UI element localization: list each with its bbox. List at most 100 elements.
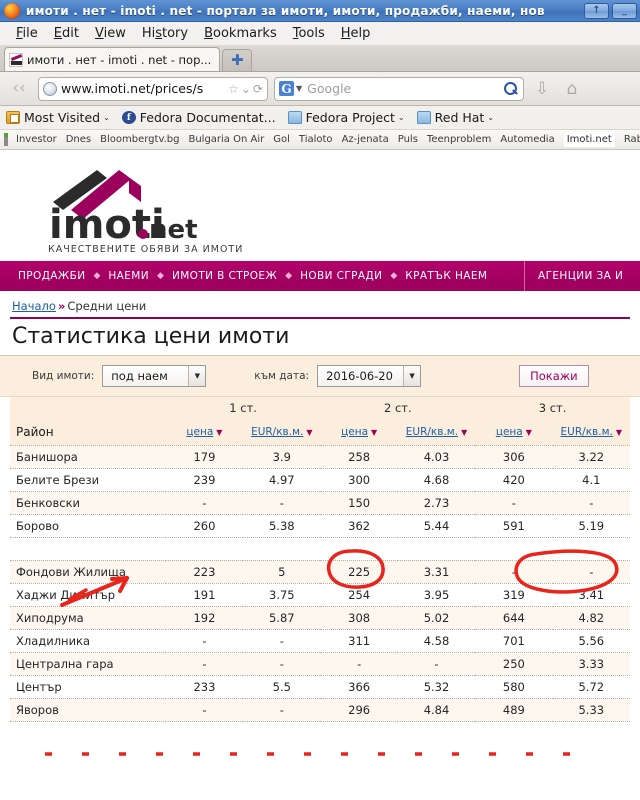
bookmark-star-icon[interactable]: ☆ (228, 82, 239, 96)
column-header-price-2[interactable]: цена ▼ (320, 419, 398, 446)
cell-price-1: 192 (165, 606, 244, 630)
cell-eursqm-1: 3.9 (243, 445, 321, 469)
cell-price-3: 701 (475, 629, 553, 653)
breadcrumb-home-link[interactable]: Начало (12, 299, 56, 313)
date-value: 2016-06-20 (326, 369, 393, 383)
imoti-net-logo-icon: imoti net (49, 170, 198, 242)
property-type-select[interactable]: под наем ▼ (102, 365, 207, 387)
search-input[interactable]: Google (307, 81, 503, 96)
back-button-icon[interactable]: ‹‹ (6, 77, 32, 101)
google-icon[interactable]: G (279, 81, 294, 96)
toolbar-drag-handle[interactable] (4, 133, 8, 146)
menu-help[interactable]: Help (333, 24, 379, 43)
table-row[interactable]: Фондови Жилища 223 5 225 3.31- - (10, 560, 630, 584)
bookmark-fedora-documentation[interactable]: f Fedora Documentat... (121, 110, 276, 125)
menu-view[interactable]: View (87, 24, 134, 43)
sort-link-price-2[interactable]: цена (341, 426, 368, 438)
table-row[interactable]: Борово 260 5.38 362 5.44 591 5.19 (10, 514, 630, 538)
show-button[interactable]: Покажи (519, 365, 589, 387)
firefox-logo-icon (4, 2, 20, 19)
table-row[interactable]: Хаджи Димитър 191 3.75 254 3.95 319 3.41 (10, 583, 630, 607)
window-restore-button[interactable]: ↑ (584, 2, 609, 19)
menu-file-label: File (16, 26, 38, 41)
quick-link[interactable]: Dnes (66, 134, 91, 145)
sort-link-price-3[interactable]: цена (496, 426, 523, 438)
date-select[interactable]: 2016-06-20 ▼ (317, 365, 422, 387)
menu-edit[interactable]: Edit (46, 24, 87, 43)
nav-item-agencii[interactable]: АГЕНЦИИ ЗА И (538, 261, 623, 291)
sort-caret-icon[interactable]: ▼ (371, 428, 377, 437)
bookmark-fedora-project[interactable]: Fedora Project ⌄ (287, 110, 405, 125)
quick-link[interactable]: Rabota (624, 134, 640, 145)
quick-link[interactable]: Bloombergtv.bg (100, 134, 179, 145)
table-gap-row (10, 537, 630, 561)
nav-item-naemi[interactable]: НАЕМИ (108, 270, 149, 282)
quick-link[interactable]: Az-jenata (342, 134, 389, 145)
menu-tools-label: Tools (292, 26, 325, 41)
table-row[interactable]: Банишора 179 3.9 258 4.03 306 3.22 (10, 445, 630, 469)
table-row[interactable]: Белите Брези 239 4.97 300 4.68 420 4.1 (10, 468, 630, 492)
sort-caret-icon[interactable]: ▼ (306, 428, 312, 437)
column-header-eursqm-3[interactable]: EUR/кв.м. ▼ (552, 419, 630, 446)
column-header-price-1[interactable]: цена ▼ (165, 419, 244, 446)
bookmark-most-visited[interactable]: Most Visited ⌄ (6, 110, 110, 125)
sort-caret-icon[interactable]: ▼ (216, 428, 222, 437)
reload-icon[interactable]: ⟳ (253, 82, 263, 96)
site-logo[interactable]: imoti net КАЧЕСТВЕНИТЕ ОБЯВИ ЗА ИМОТИ (10, 150, 630, 261)
menu-bar: File Edit View History Bookmarks Tools H… (0, 22, 640, 46)
window-minimize-button[interactable]: _ (612, 2, 637, 19)
bookmark-red-hat[interactable]: Red Hat ⌄ (416, 110, 494, 125)
menu-tools[interactable]: Tools (285, 24, 333, 43)
group-header-3room: 3 ст. (538, 401, 567, 415)
menu-history[interactable]: History (134, 24, 196, 43)
search-engine-chevron-icon[interactable]: ▼ (296, 84, 302, 93)
chevron-down-icon[interactable]: ⌄ (241, 82, 251, 96)
cell-price-3: 250 (475, 652, 553, 676)
quick-link[interactable]: Bulgaria On Air (188, 134, 264, 145)
cell-price-3: 644 (475, 606, 553, 630)
column-header-price-3[interactable]: цена ▼ (475, 419, 553, 446)
url-bar[interactable]: www.imoti.net/prices/s ☆ ⌄ ⟳ (38, 76, 268, 101)
quick-link[interactable]: Puls (398, 134, 418, 145)
quick-link[interactable]: Teenproblem (427, 134, 491, 145)
nav-item-novi-sgradi[interactable]: НОВИ СГРАДИ (300, 270, 382, 282)
table-row[interactable]: Хиподрума 192 5.87 308 5.02 644 4.82 (10, 606, 630, 630)
sort-caret-icon[interactable]: ▼ (616, 428, 622, 437)
sort-link-eursqm-2[interactable]: EUR/кв.м. (406, 426, 458, 438)
menu-bookmarks[interactable]: Bookmarks (196, 24, 285, 43)
column-header-eursqm-2[interactable]: EUR/кв.м. ▼ (397, 419, 476, 446)
breadcrumb-separator: » (57, 299, 66, 313)
chevron-down-icon[interactable]: ▼ (403, 366, 421, 386)
new-tab-button[interactable]: ✚ (222, 49, 253, 71)
chevron-down-icon[interactable]: ▼ (188, 366, 206, 386)
bookmark-label: Fedora Documentat... (139, 110, 276, 125)
column-header-eursqm-1[interactable]: EUR/кв.м. ▼ (243, 419, 321, 446)
quick-link[interactable]: Automedia (500, 134, 554, 145)
table-row[interactable]: Център 233 5.5 366 5.32 580 5.72 (10, 675, 630, 699)
table-row[interactable]: Централна гара - - - -250 3.33 (10, 652, 630, 676)
table-row[interactable]: Бенковски - -150 2.73- - (10, 491, 630, 515)
nav-item-imoti-v-stroezh[interactable]: ИМОТИ В СТРОЕЖ (172, 270, 277, 282)
quick-link-active[interactable]: Imoti.net (563, 132, 615, 147)
search-bar[interactable]: G ▼ Google (274, 76, 524, 101)
nav-item-kratak-naem[interactable]: КРАТЪК НАЕМ (405, 270, 487, 282)
sort-caret-icon[interactable]: ▼ (461, 428, 467, 437)
filter-bar: Вид имоти: под наем ▼ към дата: 2016-06-… (0, 355, 640, 397)
browser-tab-active[interactable]: имоти . нет - imoti . net - пор... (4, 47, 221, 71)
sort-caret-icon[interactable]: ▼ (526, 428, 532, 437)
table-row[interactable]: Хладилника - -311 4.58 701 5.56 (10, 629, 630, 653)
sort-link-eursqm-3[interactable]: EUR/кв.м. (561, 426, 613, 438)
quick-link[interactable]: Investor (16, 134, 57, 145)
search-icon[interactable] (503, 81, 519, 97)
quick-link[interactable]: Gol (273, 134, 290, 145)
downloads-icon[interactable]: ⇩ (530, 77, 554, 101)
table-row[interactable]: Яворов - -296 4.84 489 5.33 (10, 698, 630, 722)
home-icon[interactable]: ⌂ (560, 77, 584, 101)
sort-link-eursqm-1[interactable]: EUR/кв.м. (251, 426, 303, 438)
nav-item-prodajbi[interactable]: ПРОДАЖБИ (18, 270, 85, 282)
menu-file[interactable]: File (8, 24, 46, 43)
quick-link[interactable]: Tialoto (299, 134, 333, 145)
imoti-favicon-icon (9, 52, 23, 67)
sort-link-price-1[interactable]: цена (186, 426, 213, 438)
bookmarks-toolbar: Most Visited ⌄ f Fedora Documentat... Fe… (0, 106, 640, 130)
